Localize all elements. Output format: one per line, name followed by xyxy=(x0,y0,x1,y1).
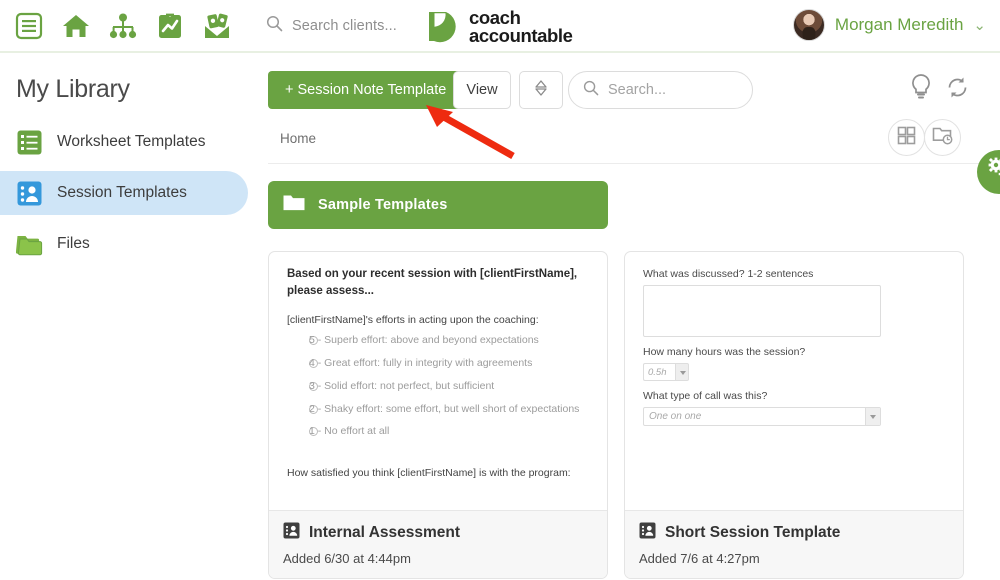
template-added-date: Added 6/30 at 4:44pm xyxy=(283,551,411,566)
page-title: My Library xyxy=(16,75,130,103)
radio-label: 3 - Solid effort: not perfect, but suffi… xyxy=(309,379,495,392)
radio-label: 4 - Great effort: fully in integrity wit… xyxy=(309,357,533,370)
client-search-input[interactable]: Search clients... xyxy=(266,15,397,37)
grid-view-button[interactable] xyxy=(888,119,925,156)
search-icon xyxy=(266,15,283,37)
preview-field-label: What was discussed? 1-2 sentences xyxy=(643,268,814,280)
folder-row-sample-templates[interactable]: Sample Templates xyxy=(268,181,608,229)
preview-radio-option: 1 - No effort at all xyxy=(287,424,589,440)
leaf-logo-icon xyxy=(427,10,460,43)
client-search-placeholder: Search clients... xyxy=(292,17,397,34)
user-menu[interactable]: Morgan Meredith ⌄ xyxy=(792,9,986,41)
sidebar-item-files[interactable]: Files xyxy=(0,222,248,266)
lightbulb-icon[interactable] xyxy=(909,73,933,106)
template-card[interactable]: What was discussed? 1-2 sentences How ma… xyxy=(624,251,964,579)
gears-settings-icon xyxy=(986,156,1000,188)
preview-field-label: What type of call was this? xyxy=(643,390,768,402)
preview-radio-option: 3 - Solid effort: not perfect, but suffi… xyxy=(287,379,589,395)
menu-icon[interactable] xyxy=(14,11,44,41)
grid-view-icon xyxy=(897,126,916,150)
avatar xyxy=(792,9,825,41)
clipboard-chart-icon[interactable] xyxy=(155,11,185,41)
template-card-footer: Internal Assessment Added 6/30 at 4:44pm xyxy=(269,510,607,578)
org-chart-icon[interactable] xyxy=(108,11,138,41)
preview-number-stepper: 0.5h xyxy=(643,363,945,381)
sort-updown-icon xyxy=(531,78,551,103)
chevron-down-icon xyxy=(675,363,689,381)
folder-icon xyxy=(283,194,305,217)
preview-field-label: How many hours was the session? xyxy=(643,346,806,358)
sidebar-item-label: Worksheet Templates xyxy=(57,133,206,150)
global-nav-icons xyxy=(0,11,232,41)
chevron-down-icon xyxy=(865,408,880,425)
template-title: Internal Assessment xyxy=(309,524,461,541)
preview-radio-option: 2 - Shaky effort: some effort, but well … xyxy=(287,402,589,418)
preview-radio-option: 5 - Superb effort: above and beyond expe… xyxy=(287,333,589,349)
template-card-footer: Short Session Template Added 7/6 at 4:27… xyxy=(625,510,963,578)
preview-select: One on one xyxy=(643,407,881,426)
template-search-placeholder: Search... xyxy=(608,82,667,98)
user-name: Morgan Meredith xyxy=(834,15,964,34)
radio-label: 1 - No effort at all xyxy=(309,425,390,438)
sidebar-item-worksheet-templates[interactable]: Worksheet Templates xyxy=(0,120,248,164)
main-content: + Session Note Template View Search... H… xyxy=(248,53,1000,580)
home-icon[interactable] xyxy=(61,11,91,41)
template-preview: Based on your recent session with [clien… xyxy=(269,252,607,510)
search-icon xyxy=(583,80,599,101)
preview-heading: Based on your recent session with [clien… xyxy=(287,268,578,297)
chevron-down-icon[interactable]: ⌄ xyxy=(973,16,986,34)
folder-clock-view-icon xyxy=(932,125,953,150)
preview-textarea xyxy=(643,285,881,337)
new-session-note-template-button[interactable]: + Session Note Template xyxy=(268,71,464,109)
session-template-icon xyxy=(639,522,656,544)
template-added-date: Added 7/6 at 4:27pm xyxy=(639,551,760,566)
worksheet-list-icon xyxy=(16,129,43,156)
sidebar-item-session-templates[interactable]: Session Templates xyxy=(0,171,248,215)
breadcrumb-home[interactable]: Home xyxy=(280,131,316,146)
preview-question-2: How satisfied you think [clientFirstName… xyxy=(287,467,571,480)
sidebar-item-label: Session Templates xyxy=(57,184,187,201)
top-navigation-bar: Search clients... coach accountable Morg… xyxy=(0,0,1000,53)
radio-label: 2 - Shaky effort: some effort, but well … xyxy=(309,402,580,415)
preview-question: [clientFirstName]'s efforts in acting up… xyxy=(287,314,539,327)
view-button[interactable]: View xyxy=(453,71,511,109)
template-card-grid: Based on your recent session with [clien… xyxy=(268,251,1000,579)
session-template-icon xyxy=(283,522,300,544)
template-search-input[interactable]: Search... xyxy=(568,71,753,109)
breadcrumb-bar: Home xyxy=(268,115,982,164)
preview-stepper-value: 0.5h xyxy=(643,363,675,381)
folder-icon xyxy=(15,231,43,258)
coach-accountable-logo[interactable]: coach accountable xyxy=(427,8,573,46)
brand-line-2: accountable xyxy=(469,24,573,46)
templates-toolbar: + Session Note Template View Search... xyxy=(248,53,1000,115)
preview-select-value: One on one xyxy=(649,411,702,422)
template-card[interactable]: Based on your recent session with [clien… xyxy=(268,251,608,579)
radio-label: 5 - Superb effort: above and beyond expe… xyxy=(309,334,539,347)
session-person-icon xyxy=(16,180,43,207)
folder-view-button[interactable] xyxy=(924,119,961,156)
brand-wordmark: coach accountable xyxy=(469,8,573,46)
template-preview: What was discussed? 1-2 sentences How ma… xyxy=(625,252,963,510)
refresh-sync-icon[interactable] xyxy=(945,75,970,105)
template-title: Short Session Template xyxy=(665,524,841,541)
sort-button[interactable] xyxy=(519,71,563,109)
money-envelope-icon[interactable] xyxy=(202,11,232,41)
sidebar-nav-list: Worksheet Templates Session Templates Fi… xyxy=(0,120,248,266)
sidebar-item-label: Files xyxy=(57,235,90,252)
left-sidebar: My Library Worksheet Templates Session T… xyxy=(0,53,248,580)
preview-radio-option: 4 - Great effort: fully in integrity wit… xyxy=(287,356,589,372)
folder-row-label: Sample Templates xyxy=(318,197,448,213)
